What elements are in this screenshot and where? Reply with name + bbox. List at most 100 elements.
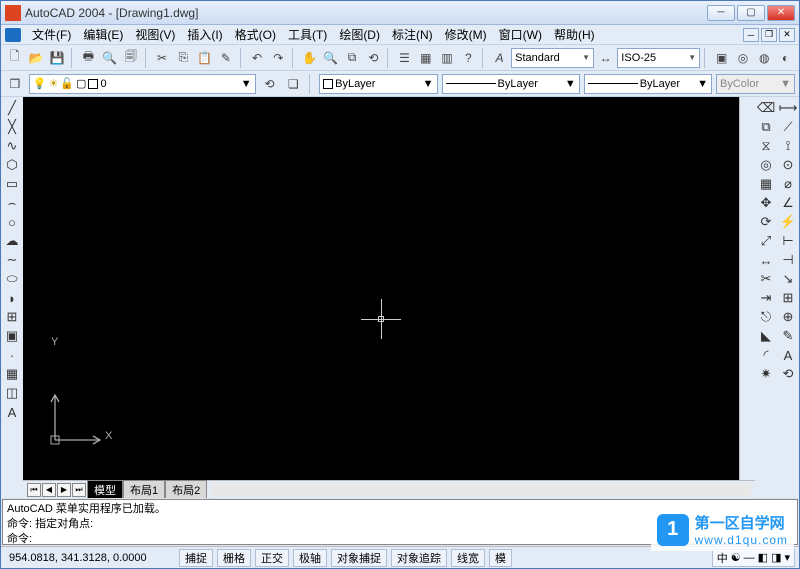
fillet-tool[interactable]: ◜	[757, 346, 775, 364]
explode-tool[interactable]: ✷	[757, 365, 775, 383]
paste-button[interactable]: 📋	[195, 48, 214, 68]
array-tool[interactable]: ▦	[757, 175, 775, 193]
menu-tools[interactable]: 工具(T)	[283, 24, 332, 45]
help-button[interactable]: ?	[459, 48, 478, 68]
preview-button[interactable]: 🔍	[100, 48, 119, 68]
lineweight-dropdown[interactable]: ByLayer ▼	[584, 74, 712, 94]
matchprop-button[interactable]: ✎	[216, 48, 235, 68]
render-btn3[interactable]: ◍	[755, 48, 774, 68]
revcloud-tool[interactable]: ☁	[3, 232, 21, 250]
zoom-rt-button[interactable]: 🔍	[321, 48, 340, 68]
plotstyle-dropdown[interactable]: ByColor ▼	[716, 74, 795, 94]
tray-icon-2[interactable]: —	[744, 552, 755, 564]
copy-tool[interactable]: ⧉	[757, 118, 775, 136]
arc-tool[interactable]: ⌢	[3, 194, 21, 212]
tray-icon-4[interactable]: ◨	[771, 551, 781, 564]
xline-tool[interactable]: ╳	[3, 118, 21, 136]
menu-draw[interactable]: 绘图(D)	[334, 24, 385, 45]
tray-icon-3[interactable]: ◧	[758, 551, 768, 564]
render-btn1[interactable]: ▣	[712, 48, 731, 68]
ortho-toggle[interactable]: 正交	[255, 549, 289, 567]
dim-tedit-tool[interactable]: A	[779, 346, 797, 364]
make-block-tool[interactable]: ▣	[3, 327, 21, 345]
render-btn4[interactable]: ◐	[776, 48, 795, 68]
toolpalette-button[interactable]: ▥	[437, 48, 456, 68]
dim-edit-tool[interactable]: ✎	[779, 327, 797, 345]
dim-aligned-tool[interactable]: ⟋	[779, 118, 797, 136]
text-tool[interactable]: A	[3, 403, 21, 421]
dim-center-tool[interactable]: ⊕	[779, 308, 797, 326]
dim-style-dropdown[interactable]: ISO-25▼	[617, 48, 700, 68]
maximize-button[interactable]: ▢	[737, 5, 765, 21]
pan-button[interactable]: ✋	[300, 48, 319, 68]
break-tool[interactable]: ⎋	[757, 308, 775, 326]
menu-dimension[interactable]: 标注(N)	[387, 24, 438, 45]
menu-help[interactable]: 帮助(H)	[549, 24, 600, 45]
color-dropdown[interactable]: ByLayer ▼	[319, 74, 437, 94]
menu-insert[interactable]: 插入(I)	[182, 24, 227, 45]
linetype-dropdown[interactable]: ByLayer ▼	[442, 74, 580, 94]
layer-states-button[interactable]: ❏	[283, 74, 303, 94]
trim-tool[interactable]: ✂	[757, 270, 775, 288]
polygon-tool[interactable]: ⬡	[3, 156, 21, 174]
hatch-tool[interactable]: ▦	[3, 365, 21, 383]
offset-tool[interactable]: ◎	[757, 156, 775, 174]
tab-first-button[interactable]: ⏮	[27, 483, 41, 497]
insert-block-tool[interactable]: ⊞	[3, 308, 21, 326]
copy-button[interactable]: ⎘	[174, 48, 193, 68]
tab-next-button[interactable]: ▶	[57, 483, 71, 497]
tray-icon-5[interactable]: ▾	[784, 551, 790, 564]
layer-manager-button[interactable]: ❒	[5, 74, 25, 94]
snap-toggle[interactable]: 捕捉	[179, 549, 213, 567]
dim-radius-tool[interactable]: ⊙	[779, 156, 797, 174]
doc-minimize-button[interactable]: ─	[743, 28, 759, 42]
new-button[interactable]: 🗋	[5, 48, 24, 68]
menu-window[interactable]: 窗口(W)	[494, 24, 547, 45]
designcenter-button[interactable]: ▦	[416, 48, 435, 68]
dim-ordinate-tool[interactable]: ⟟	[779, 137, 797, 155]
layer-prev-button[interactable]: ⟲	[260, 74, 280, 94]
otrack-toggle[interactable]: 对象追踪	[391, 549, 447, 567]
dim-baseline-tool[interactable]: ⊢	[779, 232, 797, 250]
point-tool[interactable]: ·	[3, 346, 21, 364]
doc-restore-button[interactable]: ❐	[761, 28, 777, 42]
properties-button[interactable]: ☰	[395, 48, 414, 68]
vertical-scrollbar[interactable]	[739, 97, 755, 480]
cut-button[interactable]: ✂	[152, 48, 171, 68]
menu-edit[interactable]: 编辑(E)	[78, 24, 128, 45]
dimstyle-icon[interactable]: ↔	[596, 48, 615, 68]
tab-model[interactable]: 模型	[87, 480, 123, 498]
circle-tool[interactable]: ○	[3, 213, 21, 231]
zoom-prev-button[interactable]: ⟲	[364, 48, 383, 68]
line-tool[interactable]: ╱	[3, 99, 21, 117]
osnap-toggle[interactable]: 对象捕捉	[331, 549, 387, 567]
horizontal-scrollbar[interactable]	[211, 483, 751, 497]
menu-view[interactable]: 视图(V)	[130, 24, 180, 45]
textstyle-icon[interactable]: A	[490, 48, 509, 68]
zoom-window-button[interactable]: ⧉	[342, 48, 361, 68]
doc-close-button[interactable]: ✕	[779, 28, 795, 42]
mirror-tool[interactable]: ⧖	[757, 137, 775, 155]
text-style-dropdown[interactable]: Standard▼	[511, 48, 594, 68]
tray-icon-1[interactable]: ☯	[731, 551, 741, 564]
drawing-canvas[interactable]: Y X	[23, 97, 739, 480]
ime-indicator[interactable]: 中	[717, 550, 728, 566]
menu-file[interactable]: 文件(F)	[27, 24, 76, 45]
menu-format[interactable]: 格式(O)	[230, 24, 281, 45]
minimize-button[interactable]: ─	[707, 5, 735, 21]
publish-button[interactable]: 🗐	[121, 48, 140, 68]
polar-toggle[interactable]: 极轴	[293, 549, 327, 567]
tab-layout2[interactable]: 布局2	[165, 480, 207, 498]
open-button[interactable]: 📂	[26, 48, 45, 68]
dim-continue-tool[interactable]: ⊣	[779, 251, 797, 269]
region-tool[interactable]: ◫	[3, 384, 21, 402]
dim-leader-tool[interactable]: ↘	[779, 270, 797, 288]
model-toggle[interactable]: 模	[489, 549, 512, 567]
extend-tool[interactable]: ⇥	[757, 289, 775, 307]
menu-modify[interactable]: 修改(M)	[440, 24, 492, 45]
erase-tool[interactable]: ⌫	[757, 99, 775, 117]
ellipse-tool[interactable]: ⬭	[3, 270, 21, 288]
dim-tolerance-tool[interactable]: ⊞	[779, 289, 797, 307]
render-btn2[interactable]: ◎	[733, 48, 752, 68]
print-button[interactable]: 🖶	[79, 48, 98, 68]
